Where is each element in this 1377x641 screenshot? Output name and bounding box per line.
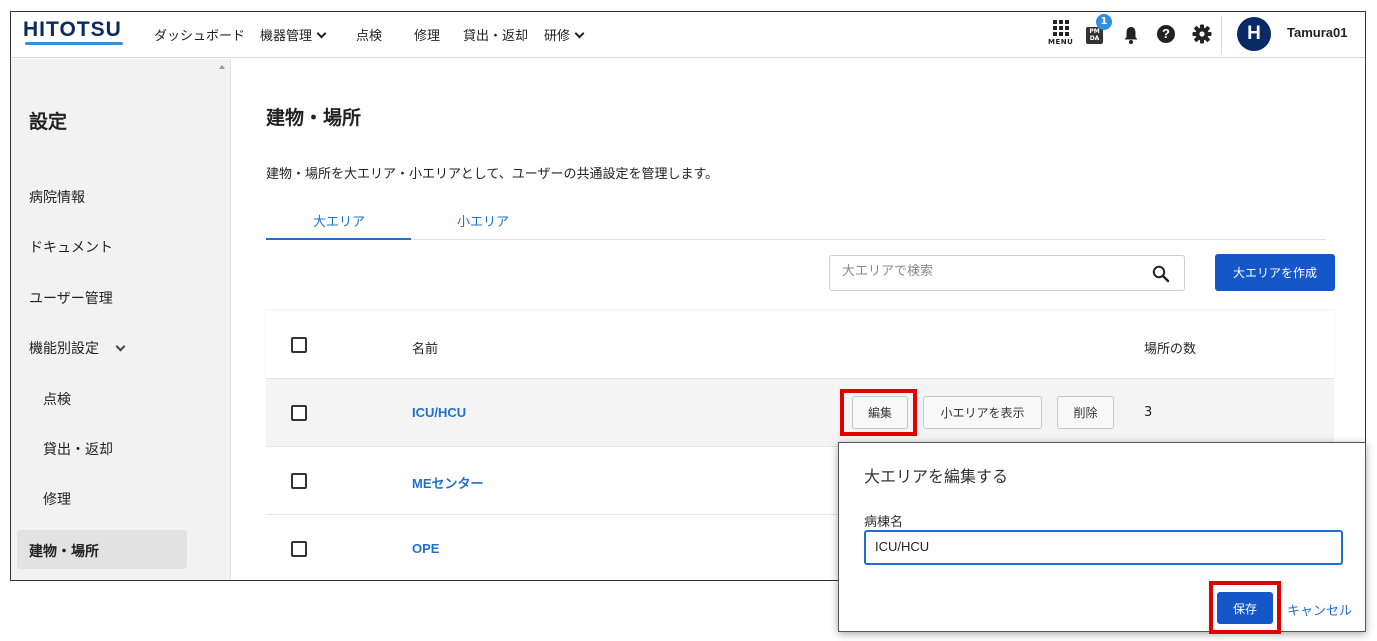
location-count: 3 — [1144, 405, 1153, 420]
page-description: 建物・場所を大エリア・小エリアとして、ユーザーの共通設定を管理します。 — [266, 167, 719, 182]
area-name-link[interactable]: ICU/HCU — [412, 405, 466, 420]
row-checkbox[interactable] — [291, 405, 307, 421]
area-name-link[interactable]: MEセンター — [412, 473, 484, 492]
sidebar-item-repair[interactable]: 修理 — [43, 489, 71, 509]
sidebar-item-inspection[interactable]: 点検 — [43, 389, 71, 409]
grid-icon — [1053, 20, 1072, 36]
chevron-down-icon — [316, 28, 327, 39]
nav-dashboard[interactable]: ダッシュボード — [154, 25, 245, 44]
show-small-area-button[interactable]: 小エリアを表示 — [923, 396, 1042, 429]
username[interactable]: Tamura01 — [1287, 25, 1347, 40]
help-icon[interactable]: ? — [1157, 25, 1175, 43]
nav-training-label: 研修 — [544, 29, 571, 44]
select-all-checkbox[interactable] — [291, 337, 307, 353]
nav-equipment-label: 機器管理 — [260, 29, 313, 44]
apps-menu-button[interactable]: MENU — [1048, 20, 1074, 50]
sidebar-item-buildings-label: 建物・場所 — [29, 544, 99, 560]
save-highlight-box — [1209, 581, 1281, 634]
sidebar-item-user-management[interactable]: ユーザー管理 — [29, 288, 113, 308]
header-divider — [1221, 16, 1222, 54]
row-checkbox[interactable] — [291, 541, 307, 557]
sidebar-title: 設定 — [29, 111, 68, 133]
tab-divider — [266, 239, 1326, 240]
page-title: 建物・場所 — [266, 107, 362, 129]
sidebar-item-hospital-info[interactable]: 病院情報 — [29, 187, 85, 207]
search-icon[interactable] — [1152, 265, 1170, 283]
menu-label: MENU — [1048, 38, 1074, 46]
avatar[interactable]: H — [1237, 17, 1271, 51]
settings-sidebar: 設定 病院情報 ドキュメント ユーザー管理 機能別設定 点検 貸出・返却 修理 … — [11, 59, 231, 580]
nav-lending[interactable]: 貸出・返却 — [463, 25, 528, 44]
bell-icon[interactable] — [1123, 25, 1139, 45]
ward-name-input[interactable] — [875, 539, 1315, 554]
column-header-name[interactable]: 名前 — [412, 338, 438, 357]
delete-button[interactable]: 削除 — [1057, 396, 1114, 429]
sidebar-item-lending[interactable]: 貸出・返却 — [43, 439, 113, 459]
table-header: 名前 場所の数 — [266, 311, 1334, 379]
cancel-button[interactable]: キャンセル — [1287, 600, 1352, 619]
logo[interactable]: HITOTSU — [23, 18, 122, 42]
table-row[interactable]: ICU/HCU 編集 小エリアを表示 削除 3 — [266, 379, 1334, 447]
dialog-title: 大エリアを編集する — [864, 467, 1009, 486]
search-input[interactable] — [842, 264, 1132, 279]
scroll-up-arrow-icon[interactable] — [219, 65, 225, 69]
nav-training[interactable]: 研修 — [544, 25, 585, 44]
sidebar-item-documents[interactable]: ドキュメント — [29, 237, 113, 257]
edit-large-area-dialog: 大エリアを編集する 病棟名 保存 キャンセル — [838, 442, 1366, 634]
logo-underline — [25, 42, 123, 45]
nav-repair[interactable]: 修理 — [414, 25, 440, 44]
top-bar: HITOTSU ダッシュボード 機器管理 点検 修理 貸出・返却 研修 MENU… — [11, 12, 1365, 58]
sidebar-item-feature-settings-label: 機能別設定 — [29, 341, 99, 357]
nav-inspection[interactable]: 点検 — [356, 25, 382, 44]
column-header-count[interactable]: 場所の数 — [1144, 338, 1196, 357]
search-box — [829, 255, 1185, 291]
tab-small-area[interactable]: 小エリア — [457, 211, 509, 230]
active-tab-indicator — [266, 238, 411, 240]
create-large-area-button[interactable]: 大エリアを作成 — [1215, 254, 1335, 291]
row-checkbox[interactable] — [291, 473, 307, 489]
chevron-down-icon — [115, 341, 126, 352]
edit-highlight-box — [840, 389, 917, 436]
ward-name-field — [864, 530, 1343, 565]
notification-count-badge: 1 — [1096, 14, 1112, 30]
ward-name-label: 病棟名 — [864, 515, 904, 530]
gear-icon[interactable] — [1192, 24, 1212, 44]
sidebar-item-feature-settings[interactable]: 機能別設定 — [29, 338, 126, 358]
area-name-link[interactable]: OPE — [412, 541, 439, 556]
chevron-down-icon — [574, 28, 585, 39]
nav-equipment[interactable]: 機器管理 — [260, 25, 327, 44]
tab-large-area[interactable]: 大エリア — [313, 211, 365, 230]
